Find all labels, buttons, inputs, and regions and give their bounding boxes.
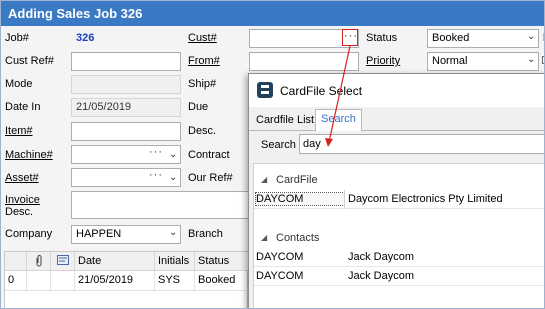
sales-job-window: Adding Sales Job 326 Job# 326 Cust Ref# … xyxy=(0,0,545,309)
annotation-arrow xyxy=(325,45,351,147)
